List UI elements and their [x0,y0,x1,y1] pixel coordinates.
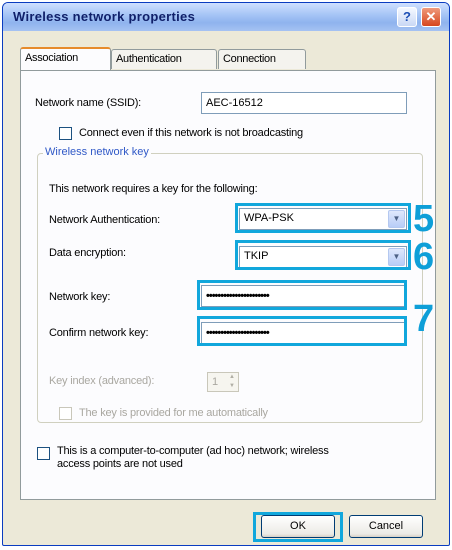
key-index-spinner[interactable]: 1 ▲ ▼ [207,372,239,392]
tab-authentication[interactable]: Authentication [111,49,217,69]
network-auth-label: Network Authentication: [49,214,160,226]
step-5-number: 5 [413,198,435,240]
close-icon: ✕ [425,9,437,24]
data-encryption-label: Data encryption: [49,247,126,259]
help-button[interactable]: ? [397,7,417,27]
network-key-label: Network key: [49,291,111,303]
dialog-title: Wireless network properties [13,9,196,24]
requires-key-text: This network requires a key for the foll… [49,183,258,195]
ok-button[interactable]: OK [261,515,335,538]
adhoc-label-line2: access points are not used [57,458,183,470]
tab-association[interactable]: Association [20,47,111,70]
ssid-input[interactable]: AEC-16512 [201,92,407,114]
broadcast-checkbox-label: Connect even if this network is not broa… [79,127,303,139]
network-key-highlight-box [197,280,407,310]
title-bar[interactable]: Wireless network properties ? ✕ [3,3,449,31]
wireless-key-group-title: Wireless network key [43,146,151,158]
step-6-number: 6 [413,236,435,278]
adhoc-label-line1: This is a computer-to-computer (ad hoc) … [57,445,329,457]
key-index-value: 1 [212,376,219,388]
help-icon: ? [403,9,411,24]
tab-connection[interactable]: Connection [218,49,306,69]
confirm-key-highlight-box [197,316,407,346]
confirm-key-label: Confirm network key: [49,327,149,339]
close-button[interactable]: ✕ [421,7,441,27]
encryption-highlight-box [235,240,411,270]
spinner-arrows-icon[interactable]: ▲ ▼ [226,373,238,391]
cancel-button[interactable]: Cancel [349,515,423,538]
step-7-number: 7 [413,298,435,340]
auth-highlight-box [235,203,411,233]
key-index-label: Key index (advanced): [49,375,155,387]
auto-key-label: The key is provided for me automatically [79,407,268,419]
adhoc-checkbox[interactable] [37,447,50,460]
broadcast-checkbox[interactable] [59,127,72,140]
auto-key-checkbox[interactable] [59,407,72,420]
ssid-label: Network name (SSID): [35,97,142,109]
